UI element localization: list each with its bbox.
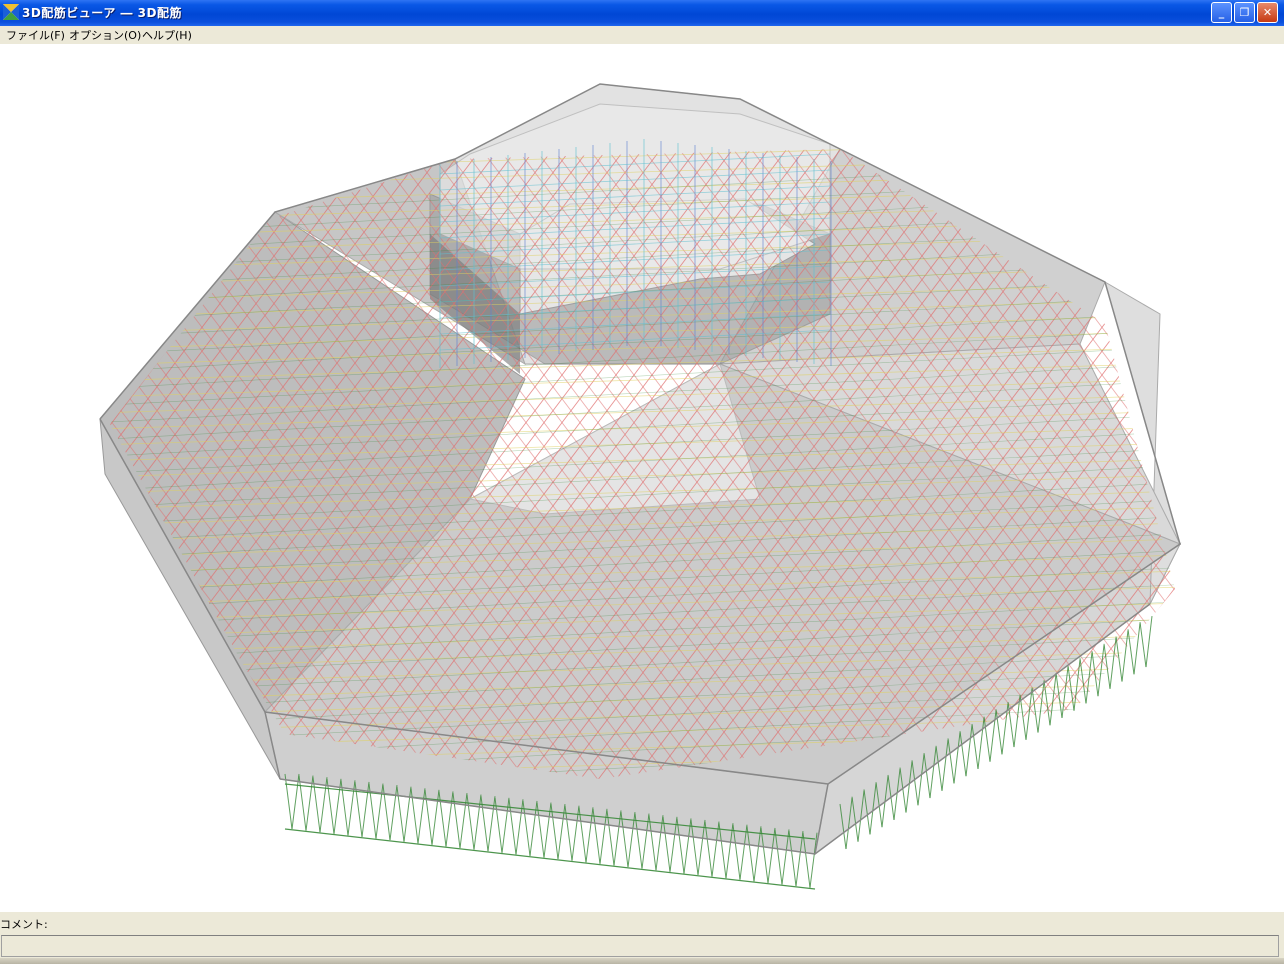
rebar-line	[0, 840, 1280, 880]
rebar-line	[1224, 84, 1280, 904]
rebar-line	[284, 773, 293, 830]
scrollbar-edge	[1280, 44, 1284, 912]
rebar-line	[0, 84, 8, 904]
rebar-line	[1097, 645, 1105, 697]
rebar-line	[1127, 629, 1135, 675]
rebar-line	[1188, 84, 1280, 904]
app-icon	[3, 4, 19, 20]
minimize-button[interactable]: _	[1211, 2, 1232, 23]
rebar-line	[0, 84, 98, 904]
rebar-line	[298, 775, 307, 831]
rebar-line	[0, 84, 62, 904]
rebar-line	[0, 856, 1280, 896]
rebar-line	[0, 84, 26, 904]
title-bar: 3D配筋ビューア ― 3D配筋 _ ❐ ✕	[0, 0, 1284, 26]
rebar-line	[0, 868, 1280, 912]
rebar-3d-model[interactable]	[0, 44, 1280, 912]
window-bottom-border	[0, 958, 1284, 964]
rebar-line	[1073, 659, 1081, 711]
rebar-line	[0, 902, 1280, 912]
rebar-line	[110, 149, 117, 779]
rebar-line	[0, 851, 1280, 912]
rebar-line	[1260, 84, 1280, 904]
rebar-line	[1145, 615, 1153, 668]
rebar-line	[0, 84, 62, 904]
menu-bar: ファイル(F) オプション(O) ヘルプ(H)	[0, 26, 1284, 44]
rebar-line	[0, 885, 1280, 912]
rebar-line	[0, 84, 8, 904]
rebar-line	[1188, 84, 1280, 904]
menu-options[interactable]: オプション(O)	[69, 27, 141, 43]
rebar-line	[1169, 149, 1175, 779]
rebar-line	[110, 149, 135, 779]
rebar-line	[0, 84, 80, 904]
rebar-line	[1037, 681, 1045, 733]
rebar-line	[1242, 84, 1280, 904]
close-icon: ✕	[1262, 6, 1273, 19]
rebar-line	[1091, 651, 1099, 697]
close-button[interactable]: ✕	[1257, 2, 1278, 23]
3d-viewport[interactable]	[0, 44, 1280, 912]
rebar-line	[1049, 674, 1057, 726]
rebar-line	[1206, 84, 1280, 904]
rebar-line	[0, 872, 1280, 912]
rebar-line	[1242, 84, 1280, 904]
rebar-line	[1169, 149, 1175, 779]
rebar-line	[1151, 149, 1175, 779]
rebar-line	[1139, 621, 1147, 668]
rebar-line	[1206, 84, 1280, 904]
rebar-line	[1260, 84, 1280, 904]
rebar-line	[312, 777, 321, 833]
rebar-line	[0, 84, 44, 904]
window-title: 3D配筋ビューア ― 3D配筋	[22, 6, 182, 20]
rebar-line	[1115, 636, 1123, 682]
rebar-line	[110, 149, 135, 779]
restore-icon: ❐	[1239, 6, 1250, 19]
rebar-line	[1151, 149, 1175, 779]
rebar-line	[110, 149, 117, 779]
rebar-line	[1085, 652, 1093, 704]
menu-help[interactable]: ヘルプ(H)	[142, 27, 192, 43]
minimize-icon: _	[1218, 6, 1225, 19]
rebar-line	[0, 84, 26, 904]
rebar-line	[1133, 623, 1141, 675]
rebar-line	[0, 84, 80, 904]
comment-input[interactable]	[1, 935, 1279, 957]
comment-label: コメント:	[0, 918, 48, 931]
restore-button[interactable]: ❐	[1234, 2, 1255, 23]
rebar-line	[0, 888, 1280, 912]
rebar-line	[0, 84, 98, 904]
rebar-line	[1224, 84, 1280, 904]
menu-file[interactable]: ファイル(F)	[6, 27, 65, 43]
rebar-line	[0, 84, 44, 904]
